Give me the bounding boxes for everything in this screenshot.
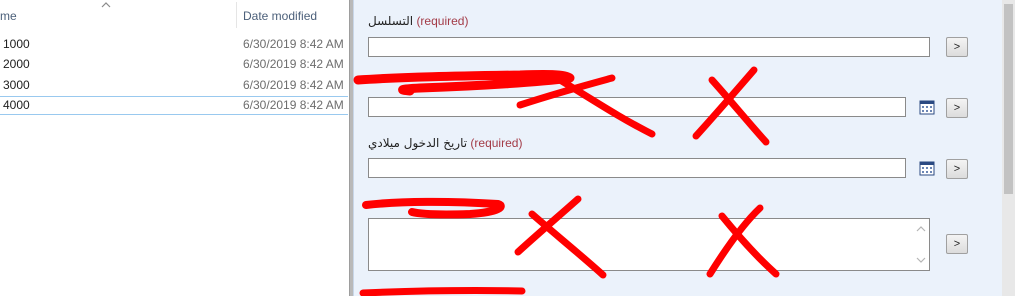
- scroll-down-icon[interactable]: [916, 256, 926, 264]
- calendar-icon[interactable]: [919, 99, 935, 115]
- file-row-selected[interactable]: 4000 6/30/2019 8:42 AM: [0, 96, 348, 115]
- notes-textarea[interactable]: [368, 218, 930, 271]
- file-row[interactable]: 2000 6/30/2019 8:42 AM: [0, 55, 348, 74]
- file-name: 2000: [3, 57, 30, 71]
- file-date: 6/30/2019 8:42 AM: [243, 78, 344, 92]
- scrollbar-thumb[interactable]: [1004, 4, 1013, 194]
- file-name: 4000: [3, 98, 30, 112]
- field-label-entry-date-text: تاريخ الدخول ميلادي: [368, 136, 468, 150]
- required-marker: (required): [416, 14, 469, 28]
- column-header-name[interactable]: me: [0, 0, 236, 30]
- field2-lookup-button[interactable]: >: [946, 98, 968, 118]
- file-explorer-pane: me Date modified 1000 6/30/2019 8:42 AM …: [0, 0, 349, 296]
- calendar-icon[interactable]: [919, 160, 935, 176]
- form-pane: التسلسل (required) > > تاريخ الدخول ميلا…: [353, 0, 1015, 296]
- column-header-name-label: me: [0, 9, 17, 23]
- file-date: 6/30/2019 8:42 AM: [243, 57, 344, 71]
- field-label-entry-date: تاريخ الدخول ميلادي (required): [368, 136, 522, 150]
- field-label-sequence: التسلسل (required): [368, 14, 468, 28]
- date-input-2[interactable]: [368, 97, 906, 117]
- column-header-date-label: Date modified: [243, 9, 318, 23]
- vertical-scrollbar[interactable]: [1002, 0, 1015, 296]
- file-date: 6/30/2019 8:42 AM: [243, 98, 344, 112]
- file-row[interactable]: 3000 6/30/2019 8:42 AM: [0, 76, 348, 95]
- file-name: 3000: [3, 78, 30, 92]
- entry-date-lookup-button[interactable]: >: [946, 159, 968, 179]
- column-separator[interactable]: [236, 2, 237, 28]
- file-name: 1000: [3, 37, 30, 51]
- sequence-input[interactable]: [368, 37, 930, 57]
- notes-lookup-button[interactable]: >: [946, 234, 968, 254]
- sort-ascending-icon: [101, 2, 111, 8]
- file-row[interactable]: 1000 6/30/2019 8:42 AM: [0, 35, 348, 54]
- column-header-date-modified[interactable]: Date modified: [243, 0, 349, 30]
- file-date: 6/30/2019 8:42 AM: [243, 37, 344, 51]
- entry-date-input[interactable]: [368, 158, 906, 178]
- field-label-sequence-text: التسلسل: [368, 14, 414, 28]
- scroll-up-icon[interactable]: [916, 225, 926, 233]
- required-marker: (required): [470, 136, 523, 150]
- sequence-lookup-button[interactable]: >: [946, 37, 968, 57]
